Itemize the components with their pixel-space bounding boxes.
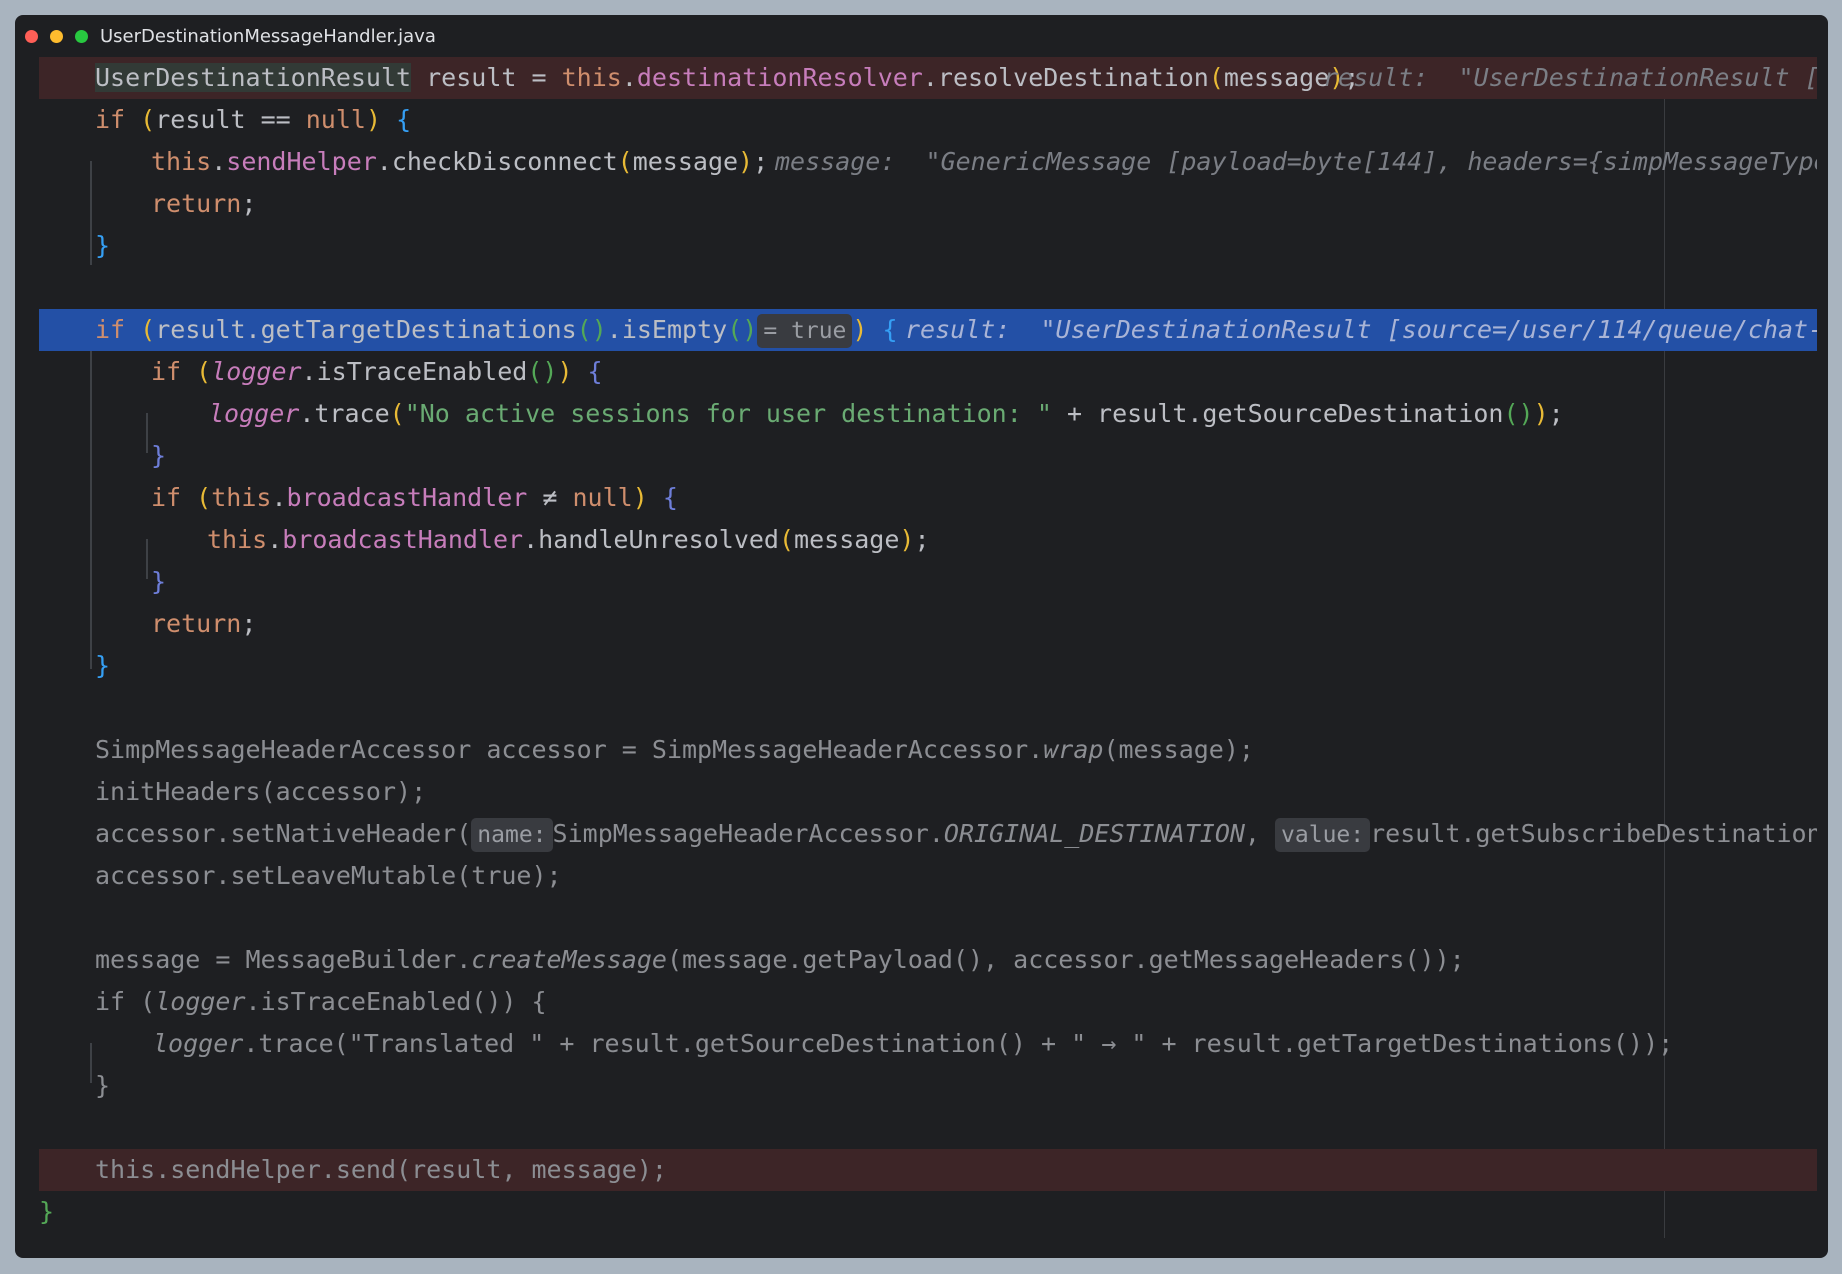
close-window-button[interactable] bbox=[25, 29, 38, 43]
code-editor[interactable]: UserDestinationResult result = this.dest… bbox=[15, 57, 1828, 1258]
code-line[interactable]: this.sendHelper.checkDisconnect(message)… bbox=[39, 141, 1817, 183]
code-line[interactable]: if (logger.isTraceEnabled()) { bbox=[39, 981, 1817, 1023]
window-title: UserDestinationMessageHandler.java bbox=[100, 25, 436, 47]
code-line[interactable]: SimpMessageHeaderAccessor accessor = Sim… bbox=[39, 729, 1817, 771]
code-line[interactable]: this.broadcastHandler.handleUnresolved(m… bbox=[39, 519, 1817, 561]
code-line[interactable]: logger.trace("Translated " + result.getS… bbox=[39, 1023, 1817, 1065]
inline-value-hint: = true bbox=[757, 314, 853, 348]
title-bar: UserDestinationMessageHandler.java bbox=[15, 15, 1828, 57]
debug-value-hint: result: "UserDestinationResult [source=/… bbox=[1323, 63, 1817, 92]
code-line[interactable]: } bbox=[39, 1191, 1817, 1233]
code-line[interactable]: accessor.setLeaveMutable(true); bbox=[39, 855, 1817, 897]
code-line[interactable]: } bbox=[39, 435, 1817, 477]
code-line-breakpoint[interactable]: this.sendHelper.send(result, message); bbox=[39, 1149, 1817, 1191]
code-line[interactable]: return; bbox=[39, 603, 1817, 645]
parameter-name-hint: value: bbox=[1275, 818, 1371, 852]
zoom-window-button[interactable] bbox=[75, 29, 88, 43]
code-line[interactable]: } bbox=[39, 225, 1817, 267]
code-line[interactable]: if (this.broadcastHandler ≠ null) { bbox=[39, 477, 1817, 519]
type-name: UserDestinationResult bbox=[95, 63, 412, 92]
code-line[interactable]: return; bbox=[39, 183, 1817, 225]
code-line[interactable]: } bbox=[39, 1065, 1817, 1107]
code-line-breakpoint[interactable]: UserDestinationResult result = this.dest… bbox=[39, 57, 1817, 99]
code-line[interactable]: message = MessageBuilder.createMessage(m… bbox=[39, 939, 1817, 981]
code-line[interactable]: accessor.setNativeHeader(name: SimpMessag… bbox=[39, 813, 1817, 855]
code-line[interactable]: } bbox=[39, 645, 1817, 687]
debug-value-hint: message: "GenericMessage [payload=byte[1… bbox=[775, 147, 1817, 176]
code-line[interactable]: initHeaders(accessor); bbox=[39, 771, 1817, 813]
code-line-current[interactable]: if (result.getTargetDestinations().isEmp… bbox=[39, 309, 1817, 351]
code-line[interactable]: if (logger.isTraceEnabled()) { bbox=[39, 351, 1817, 393]
code-line[interactable]: logger.trace("No active sessions for use… bbox=[39, 393, 1817, 435]
code-line[interactable]: if (result == null) { bbox=[39, 99, 1817, 141]
parameter-name-hint: name: bbox=[471, 818, 553, 852]
code-line[interactable]: } bbox=[39, 561, 1817, 603]
minimize-window-button[interactable] bbox=[50, 29, 63, 43]
debug-value-hint: result: "UserDestinationResult [source=/… bbox=[905, 315, 1817, 344]
ide-window: UserDestinationMessageHandler.java UserD… bbox=[15, 15, 1828, 1258]
